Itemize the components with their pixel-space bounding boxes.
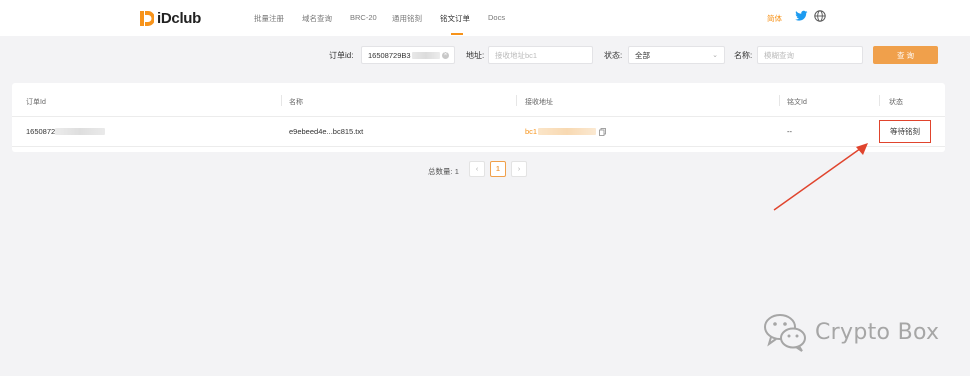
- col-header-status: 状态: [889, 99, 903, 106]
- brand-name: iDclub: [157, 9, 202, 27]
- brand-logo[interactable]: iDclub: [140, 8, 201, 28]
- nav-batch-register[interactable]: 批量注册: [254, 13, 284, 24]
- page-button-current[interactable]: 1: [490, 161, 506, 177]
- order-id-label: 订单id:: [329, 51, 354, 60]
- column-divider: [779, 95, 780, 106]
- wechat-icon: [764, 314, 806, 352]
- total-value: 1: [454, 167, 459, 176]
- active-tab-indicator: [451, 33, 463, 35]
- inscription-name: e9ebeed4e...bc815.txt: [289, 127, 364, 136]
- clear-icon[interactable]: ×: [442, 52, 449, 59]
- twitter-icon[interactable]: [795, 10, 808, 22]
- nav-inscription-orders[interactable]: 铭文订单: [440, 13, 470, 24]
- redacted-blur: [55, 128, 106, 135]
- cell-inscription-id: --: [787, 127, 792, 136]
- watermark-text: Crypto Box: [815, 319, 940, 345]
- total-label: 总数量:: [428, 167, 453, 176]
- copy-icon[interactable]: [599, 127, 607, 136]
- address-input[interactable]: 接收地址bc1: [488, 46, 593, 64]
- globe-icon[interactable]: [814, 10, 826, 22]
- name-placeholder: 模糊查询: [764, 50, 794, 60]
- cell-address: bc1: [525, 127, 607, 136]
- nav-general-inscribe[interactable]: 通用铭刻: [392, 13, 422, 24]
- column-divider: [879, 95, 880, 106]
- address-placeholder: 接收地址bc1: [495, 50, 538, 60]
- status-badge[interactable]: 等待铭刻: [879, 120, 931, 143]
- status-select[interactable]: 全部 ⌄: [628, 46, 725, 64]
- header-divider: [12, 116, 945, 117]
- status-select-value: 全部: [635, 50, 650, 60]
- next-page-button[interactable]: ›: [511, 161, 527, 177]
- name-input[interactable]: 模糊查询: [757, 46, 863, 64]
- order-id-input[interactable]: 16508729B3 ×: [361, 46, 455, 64]
- receive-address: bc1: [525, 127, 538, 136]
- annotation-arrow: [773, 143, 868, 211]
- watermark: Crypto Box: [763, 312, 939, 352]
- chevron-down-icon: ⌄: [712, 52, 718, 59]
- nav-docs[interactable]: Docs: [488, 13, 505, 22]
- col-header-address: 接收地址: [525, 99, 553, 106]
- inscription-id-text: --: [787, 127, 792, 136]
- nav-brc20[interactable]: BRC-20: [350, 13, 377, 22]
- status-label: 状态:: [604, 51, 623, 60]
- order-id-value: 16508729B3: [368, 50, 411, 60]
- cell-order-id: 1650872: [26, 127, 106, 136]
- prev-page-button[interactable]: ‹: [469, 161, 485, 177]
- redacted-blur: [538, 128, 597, 135]
- name-label: 名称:: [734, 51, 753, 60]
- col-header-inscription-id: 铭文Id: [787, 99, 807, 106]
- logo-icon: [140, 10, 154, 26]
- col-header-order-id: 订单Id: [26, 99, 46, 106]
- redacted-blur: [411, 51, 440, 59]
- top-bar: iDclub 批量注册 域名查询 BRC-20 通用铭刻 铭文订单 Docs 简…: [0, 0, 970, 36]
- column-divider: [516, 95, 517, 106]
- col-header-name: 名称: [289, 99, 303, 106]
- order-id-text: 1650872: [26, 127, 56, 136]
- pagination-total: 总数量: 1: [428, 166, 459, 177]
- column-divider: [281, 95, 282, 106]
- cell-name: e9ebeed4e...bc815.txt: [289, 127, 363, 136]
- nav-domain-search[interactable]: 域名查询: [302, 13, 332, 24]
- address-label: 地址:: [466, 51, 485, 60]
- search-button[interactable]: 查 询: [873, 46, 938, 64]
- language-switch[interactable]: 简体: [767, 13, 782, 24]
